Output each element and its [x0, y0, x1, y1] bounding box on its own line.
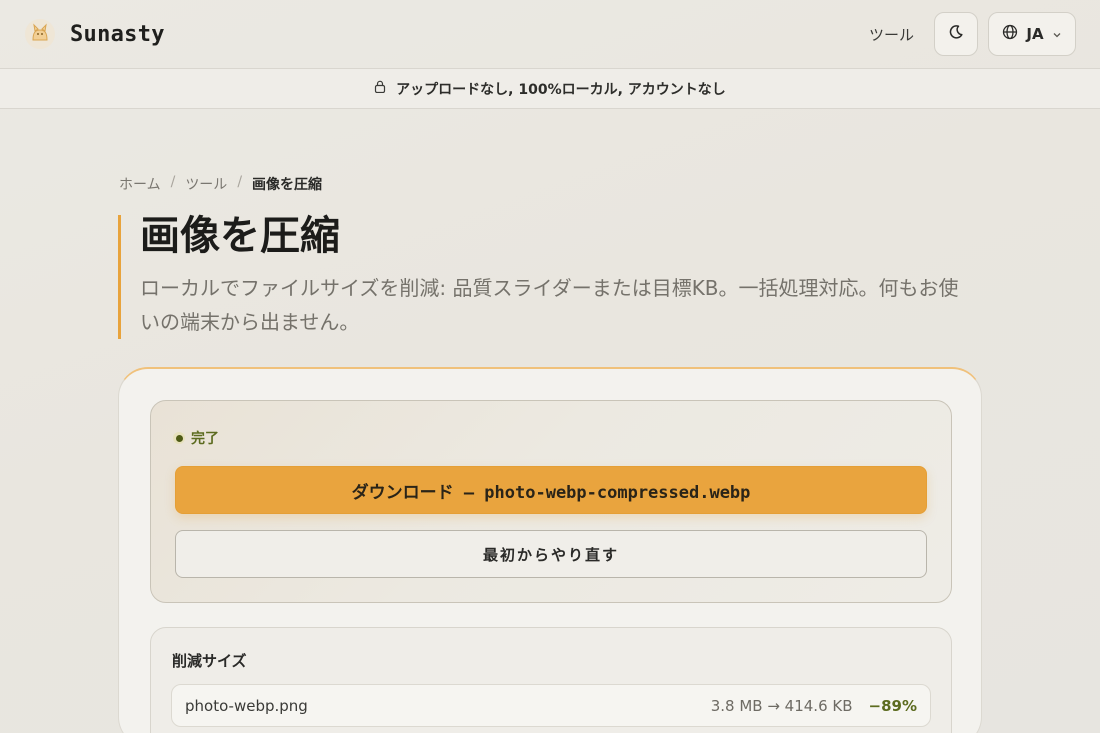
header-actions: ツール JA: [869, 12, 1076, 56]
chevron-down-icon: [1052, 25, 1062, 44]
nav-tools-link[interactable]: ツール: [869, 24, 914, 45]
download-button[interactable]: ダウンロード — photo-webp-compressed.webp: [175, 466, 927, 514]
brand[interactable]: Sunasty: [24, 18, 165, 50]
language-selector[interactable]: JA: [988, 12, 1076, 56]
breadcrumb-separator: /: [170, 174, 176, 190]
brand-name: Sunasty: [70, 21, 165, 47]
savings-title: 削減サイズ: [172, 652, 247, 670]
page-title: 画像を圧縮: [140, 213, 340, 259]
file-row: photo-webp.png 3.8 MB → 414.6 KB −89%: [171, 684, 931, 727]
theme-toggle-button[interactable]: [934, 12, 978, 56]
breadcrumb-current: 画像を圧縮: [252, 177, 323, 193]
breadcrumb-separator: /: [237, 174, 243, 190]
breadcrumb: ホーム / ツール / 画像を圧縮: [119, 174, 322, 194]
tool-card: 完了 ダウンロード — photo-webp-compressed.webp 最…: [118, 367, 982, 733]
privacy-banner: アップロードなし, 100%ローカル, アカウントなし: [0, 68, 1100, 109]
page-header: 画像を圧縮 ローカルでファイルサイズを削減: 品質スライダーまたは目標KB。一括…: [118, 215, 968, 339]
file-name: photo-webp.png: [185, 696, 308, 715]
lock-icon: [374, 80, 386, 97]
size-change: 3.8 MB → 414.6 KB: [710, 696, 853, 715]
breadcrumb-home[interactable]: ホーム: [119, 174, 161, 194]
status-label: 完了: [191, 431, 219, 447]
moon-icon: [948, 24, 964, 44]
restart-button[interactable]: 最初からやり直す: [175, 530, 927, 578]
banner-text: アップロードなし, 100%ローカル, アカウントなし: [396, 81, 726, 98]
page-description: ローカルでファイルサイズを削減: 品質スライダーまたは目標KB。一括処理対応。何…: [140, 276, 959, 334]
site-header: Sunasty ツール JA: [0, 0, 1100, 68]
status-dot-icon: [173, 432, 185, 444]
reduction-percent: −89%: [868, 696, 917, 715]
globe-icon: [1002, 24, 1018, 44]
file-size-info: 3.8 MB → 414.6 KB −89%: [711, 697, 917, 715]
language-code: JA: [1026, 25, 1044, 43]
breadcrumb-tools[interactable]: ツール: [185, 174, 227, 194]
savings-panel: 削減サイズ photo-webp.png 3.8 MB → 414.6 KB −…: [150, 627, 952, 733]
status-badge: 完了: [173, 428, 219, 448]
result-panel: 完了 ダウンロード — photo-webp-compressed.webp 最…: [150, 400, 952, 603]
cat-logo-icon: [24, 18, 56, 50]
